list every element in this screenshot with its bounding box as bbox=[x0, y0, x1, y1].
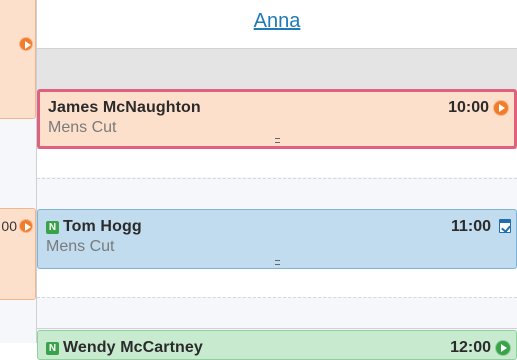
play-icon[interactable] bbox=[19, 219, 33, 233]
left-column-appointment[interactable] bbox=[0, 0, 36, 119]
appointment-time: 10:00 bbox=[448, 99, 489, 116]
time-slot[interactable] bbox=[37, 149, 517, 177]
slot-divider bbox=[37, 297, 517, 298]
left-appointment-time: 00 bbox=[1, 218, 17, 234]
play-icon[interactable] bbox=[493, 100, 509, 116]
staff-column-header: Anna bbox=[37, 0, 517, 48]
appointment-time: 11:00 bbox=[450, 218, 491, 235]
client-name-row: N Tom Hogg bbox=[46, 218, 142, 236]
hour-divider bbox=[37, 328, 517, 329]
new-client-badge: N bbox=[46, 221, 59, 234]
appointment-time: 12:00 bbox=[450, 339, 491, 356]
client-name: Tom Hogg bbox=[63, 218, 142, 235]
calendar-check-icon[interactable] bbox=[499, 219, 511, 233]
resize-handle[interactable] bbox=[275, 260, 280, 265]
appointment-card[interactable]: James McNaughton Mens Cut 10:00 bbox=[37, 89, 517, 149]
staff-name-link[interactable]: Anna bbox=[37, 10, 517, 33]
client-name: James McNaughton bbox=[48, 99, 201, 116]
time-slot[interactable] bbox=[37, 269, 517, 297]
unavailable-block bbox=[37, 48, 517, 91]
resize-handle[interactable] bbox=[275, 138, 280, 143]
client-name-row: N Wendy McCartney bbox=[46, 339, 203, 357]
service-name: Mens Cut bbox=[46, 238, 115, 255]
new-client-badge: N bbox=[46, 342, 59, 355]
client-name: Wendy McCartney bbox=[63, 339, 203, 356]
service-name: Mens Cut bbox=[48, 119, 117, 136]
left-column-appointment[interactable]: 00 bbox=[0, 208, 36, 300]
appointment-card[interactable]: N Wendy McCartney 12:00 bbox=[37, 330, 517, 360]
play-icon[interactable] bbox=[19, 37, 33, 51]
slot-divider bbox=[37, 178, 517, 179]
appointment-card[interactable]: N Tom Hogg Mens Cut 11:00 bbox=[37, 209, 517, 269]
status-icon[interactable] bbox=[495, 340, 511, 356]
